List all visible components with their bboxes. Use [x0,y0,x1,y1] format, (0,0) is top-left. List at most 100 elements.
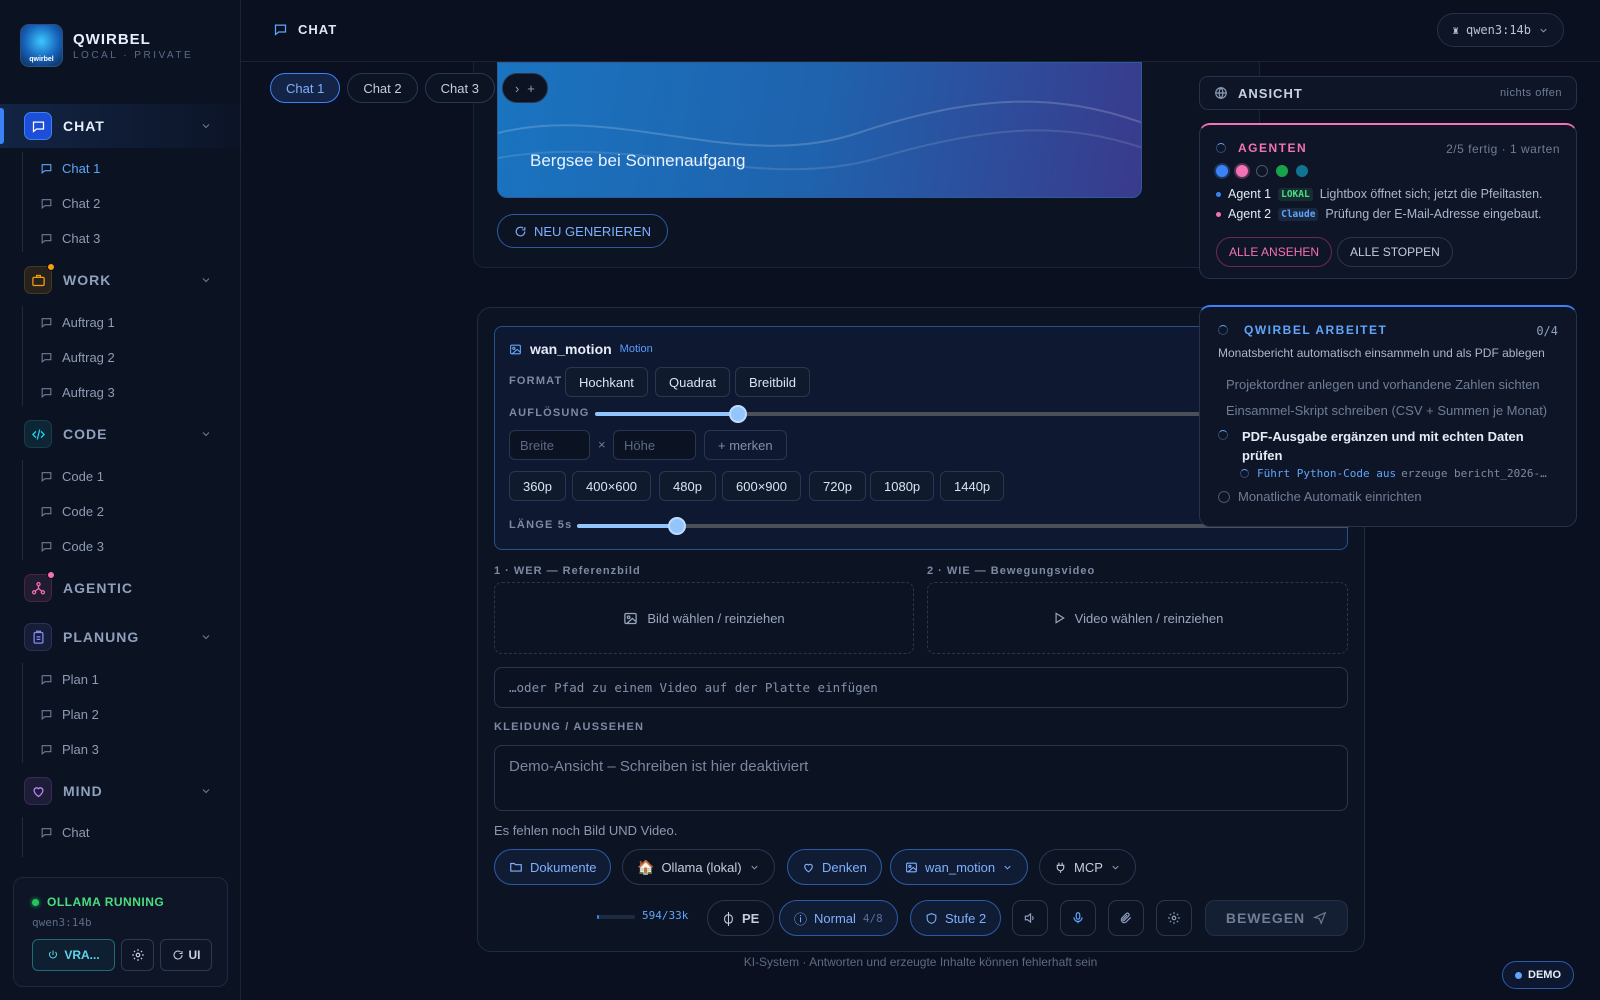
motion-video-dropzone[interactable]: Video wählen / reinziehen [927,582,1348,654]
model-selector[interactable]: ♜ qwen3:14b [1437,13,1564,47]
sidebar-section-code[interactable]: CODE [24,419,220,449]
sidebar: qwirbel QWIRBEL LOCAL · PRIVATE CHAT Cha… [0,0,241,1000]
tab-more-add-button[interactable]: › + [501,73,548,103]
sidebar-item-label: Auftrag 3 [62,384,115,400]
brand[interactable]: qwirbel QWIRBEL LOCAL · PRIVATE [20,24,193,67]
chat-bubble-icon [41,471,52,482]
agent-status-dots [1216,165,1308,177]
workflow-selector[interactable]: wan_motion [890,849,1029,885]
resolution-slider-handle[interactable] [729,405,747,423]
chevron-down-icon [202,124,210,129]
agent-dot[interactable] [1236,165,1248,177]
regenerate-button[interactable]: NEU GENERIEREN [497,214,669,248]
tree-line [22,663,23,763]
reference-dropzone-label: Bild wählen / reinziehen [647,610,785,626]
provider-selector[interactable]: 🏠 Ollama (lokal) [622,849,775,885]
ollama-status-card: OLLAMA RUNNING qwen3:14b VRA... UI [13,877,228,987]
plus-icon: + [527,80,535,96]
think-label: Denken [822,859,867,875]
sidebar-section-agentic[interactable]: AGENTIC [24,571,220,603]
chat-bubble-icon [41,198,52,209]
video-path-input[interactable]: …oder Pfad zu einem Video auf der Platte… [494,667,1348,708]
sidebar-item-code-2[interactable]: Code 2 [40,501,104,521]
agent-row-2[interactable]: Agent 2 Claude Prüfung der E-Mail-Adress… [1216,207,1542,221]
format-breitbild[interactable]: Breitbild [735,367,810,397]
length-label: LÄNGE 5s [509,519,573,531]
sidebar-item-label: Chat 2 [62,195,101,211]
tab-chat-1[interactable]: Chat 1 [270,73,341,103]
sidebar-item-label: Chat 1 [62,160,101,176]
agent-dot[interactable] [1216,165,1228,177]
spinner-icon [1240,469,1249,478]
code-icon [24,420,52,448]
sidebar-item-auftrag-3[interactable]: Auftrag 3 [40,382,115,402]
send-label: BEWEGEN [1225,910,1306,926]
work-step-title: Monatliche Automatik einrichten [1238,489,1422,504]
agent-row-1[interactable]: Agent 1 LOKAL Lightbox öffnet sich; jetz… [1216,187,1543,201]
sidebar-section-work[interactable]: WORK [24,263,220,295]
pe-toggle[interactable]: ⏀ PE [707,900,775,936]
composer-settings-button[interactable] [1156,900,1192,936]
think-toggle[interactable]: Denken [787,849,882,885]
agent-dot[interactable] [1276,165,1288,177]
sidebar-item-chat-2[interactable]: Chat 2 [40,193,100,213]
demo-label: DEMO [1528,969,1561,981]
sidebar-item-chat-3[interactable]: Chat 3 [40,228,100,248]
preset-480p[interactable]: 480p [659,471,716,501]
workflow-selector-label: wan_motion [925,859,996,875]
motion-label: 2 · WIE — Bewegungsvideo [927,565,1096,577]
clothing-textarea[interactable]: Demo-Ansicht – Schreiben ist hier deakti… [494,745,1348,811]
sidebar-item-mind-chat[interactable]: Chat [40,822,89,842]
sidebar-item-plan-1[interactable]: Plan 1 [40,669,99,689]
sidebar-item-plan-3[interactable]: Plan 3 [40,739,99,759]
level-selector[interactable]: Stufe 2 [910,900,1002,936]
sidebar-section-mind[interactable]: MIND [24,776,220,806]
send-button[interactable]: BEWEGEN [1205,900,1348,936]
agent-dot[interactable] [1296,165,1308,177]
agent-status-text: Lightbox öffnet sich; jetzt die Pfeiltas… [1319,187,1543,201]
microphone-button[interactable] [1060,900,1096,936]
preset-400x600[interactable]: 400×600 [572,471,651,501]
demo-badge[interactable]: DEMO [1502,961,1574,989]
mode-count: 4/8 [862,911,883,925]
mode-selector[interactable]: ⓘ Normal 4/8 [779,900,898,936]
length-slider-handle[interactable] [668,517,686,535]
view-all-agents-button[interactable]: ALLE ANSEHEN [1216,237,1333,267]
chevron-down-icon [202,635,210,640]
chevron-down-icon [202,432,210,437]
tab-chat-3[interactable]: Chat 3 [424,73,495,103]
documents-button[interactable]: Dokumente [494,849,612,885]
attach-button[interactable] [1108,900,1144,936]
sidebar-section-chat[interactable]: CHAT [24,111,220,141]
mcp-selector[interactable]: MCP [1039,849,1136,885]
reference-image-dropzone[interactable]: Bild wählen / reinziehen [494,582,914,654]
sidebar-section-planung[interactable]: PLANUNG [24,622,220,652]
speaker-button[interactable] [1012,900,1048,936]
empty-circle-icon [1218,490,1230,503]
tab-chat-2[interactable]: Chat 2 [347,73,418,103]
view-panel[interactable]: ANSICHT nichts offen [1199,76,1577,110]
agent-dot[interactable] [1256,165,1268,177]
stop-all-agents-button[interactable]: ALLE STOPPEN [1337,237,1453,267]
preset-600x900[interactable]: 600×900 [722,471,801,501]
work-header: QWIRBEL ARBEITET [1218,323,1387,337]
remember-button[interactable]: + merken [704,430,787,460]
sidebar-item-chat-1[interactable]: Chat 1 [40,158,100,178]
format-quadrat[interactable]: Quadrat [655,367,730,397]
preset-1440p[interactable]: 1440p [940,471,1005,501]
format-hochkant[interactable]: Hochkant [565,367,648,397]
preset-1080p[interactable]: 1080p [870,471,935,501]
sidebar-item-auftrag-2[interactable]: Auftrag 2 [40,347,115,367]
sidebar-item-label: Chat 3 [62,230,101,246]
preset-720p[interactable]: 720p [809,471,866,501]
sidebar-item-code-3[interactable]: Code 3 [40,536,104,556]
sidebar-item-plan-2[interactable]: Plan 2 [40,704,99,724]
preset-360p[interactable]: 360p [509,471,566,501]
height-input[interactable]: Höhe [613,430,696,460]
sidebar-item-code-1[interactable]: Code 1 [40,466,104,486]
generated-image[interactable]: Bergsee bei Sonnenaufgang [497,62,1142,198]
work-step-count: 0/4 [1536,324,1558,338]
sidebar-item-auftrag-1[interactable]: Auftrag 1 [40,312,115,332]
documents-label: Dokumente [530,859,597,875]
width-input[interactable]: Breite [509,430,590,460]
